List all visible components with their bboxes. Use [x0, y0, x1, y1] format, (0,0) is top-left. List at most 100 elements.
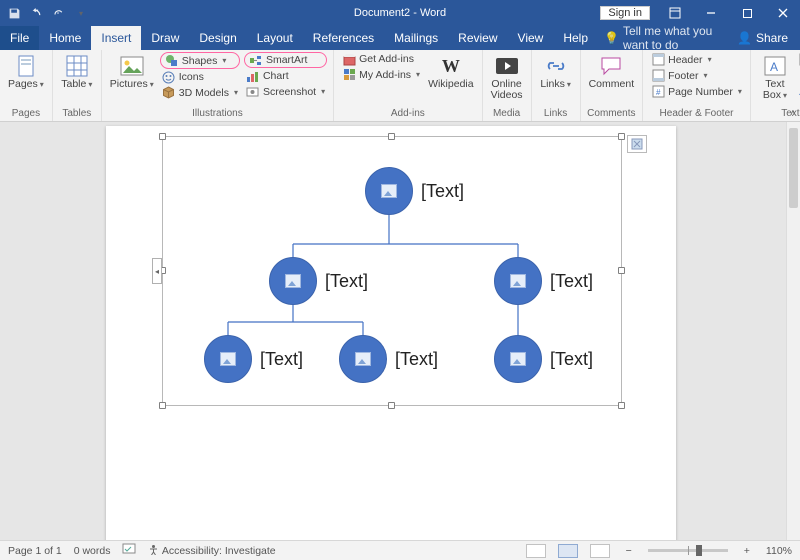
smartart-node[interactable]: [Text]: [494, 335, 593, 383]
group-label-media: Media: [489, 107, 525, 121]
tab-design[interactable]: Design: [189, 26, 246, 50]
accessibility-status[interactable]: Accessibility: Investigate: [148, 544, 275, 557]
spellcheck-icon[interactable]: [122, 543, 136, 558]
tab-file[interactable]: File: [0, 26, 39, 50]
pages-button[interactable]: Pages: [6, 52, 46, 92]
pictures-button[interactable]: Pictures: [108, 52, 156, 92]
online-videos-button[interactable]: Online Videos: [489, 52, 525, 103]
comment-button[interactable]: Comment: [587, 52, 637, 92]
page-indicator[interactable]: Page 1 of 1: [8, 545, 62, 557]
wikipedia-button[interactable]: W Wikipedia: [426, 52, 476, 92]
tab-mailings[interactable]: Mailings: [384, 26, 448, 50]
document-scroll[interactable]: ◂ [Text]: [0, 122, 786, 540]
chevron-down-icon: [414, 67, 420, 82]
tell-me-search[interactable]: 💡 Tell me what you want to do: [604, 26, 725, 50]
tab-draw[interactable]: Draw: [141, 26, 189, 50]
smartart-node[interactable]: [Text]: [494, 257, 593, 305]
icons-button[interactable]: Icons: [160, 70, 240, 84]
scrollbar-thumb[interactable]: [789, 128, 798, 208]
chevron-down-icon: [319, 84, 325, 99]
maximize-icon[interactable]: [730, 0, 764, 26]
screenshot-button[interactable]: Screenshot: [244, 84, 327, 99]
save-icon[interactable]: [6, 5, 22, 21]
tab-layout[interactable]: Layout: [247, 26, 303, 50]
zoom-in-button[interactable]: +: [740, 545, 754, 557]
node-text[interactable]: [Text]: [325, 271, 368, 292]
text-box-button[interactable]: A Text Box: [757, 52, 793, 103]
resize-handle[interactable]: [388, 133, 395, 140]
resize-handle[interactable]: [159, 133, 166, 140]
text-pane-toggle[interactable]: ◂: [152, 258, 162, 284]
header-button[interactable]: Header: [649, 52, 744, 67]
node-text[interactable]: [Text]: [550, 349, 593, 370]
header-label: Header: [668, 53, 702, 67]
picture-placeholder-icon[interactable]: [510, 274, 526, 288]
resize-handle[interactable]: [618, 133, 625, 140]
resize-handle[interactable]: [618, 402, 625, 409]
redo-icon[interactable]: [50, 5, 66, 21]
zoom-slider-thumb[interactable]: [696, 545, 702, 556]
page-number-button[interactable]: #Page Number: [649, 84, 744, 99]
view-web-layout[interactable]: [590, 544, 610, 558]
smartart-node[interactable]: [Text]: [269, 257, 368, 305]
layout-options-icon[interactable]: [627, 135, 647, 153]
node-circle[interactable]: [339, 335, 387, 383]
store-icon: [342, 52, 356, 66]
node-circle[interactable]: [365, 167, 413, 215]
get-addins-button[interactable]: Get Add-ins: [340, 52, 422, 66]
node-text[interactable]: [Text]: [421, 181, 464, 202]
word-count[interactable]: 0 words: [74, 545, 111, 557]
table-button[interactable]: Table: [59, 52, 95, 92]
tab-insert[interactable]: Insert: [91, 26, 141, 50]
shapes-button[interactable]: Shapes: [160, 52, 240, 69]
picture-placeholder-icon[interactable]: [220, 352, 236, 366]
zoom-level[interactable]: 110%: [766, 545, 792, 557]
picture-placeholder-icon[interactable]: [381, 184, 397, 198]
3d-models-button[interactable]: 3D Models: [160, 85, 240, 100]
chart-button[interactable]: Chart: [244, 69, 327, 83]
smartart-button[interactable]: SmartArt: [244, 52, 327, 68]
node-text[interactable]: [Text]: [260, 349, 303, 370]
collapse-ribbon-icon[interactable]: ˄: [790, 108, 796, 119]
footer-button[interactable]: Footer: [649, 68, 744, 83]
node-text[interactable]: [Text]: [395, 349, 438, 370]
picture-placeholder-icon[interactable]: [510, 352, 526, 366]
close-icon[interactable]: [766, 0, 800, 26]
picture-placeholder-icon[interactable]: [355, 352, 371, 366]
tab-view[interactable]: View: [508, 26, 554, 50]
node-circle[interactable]: [494, 257, 542, 305]
smartart-node[interactable]: [Text]: [339, 335, 438, 383]
smartart-frame[interactable]: ◂ [Text]: [162, 136, 622, 406]
node-text[interactable]: [Text]: [550, 271, 593, 292]
title-right: Sign in: [600, 0, 800, 26]
minimize-icon[interactable]: [694, 0, 728, 26]
vertical-scrollbar[interactable]: [786, 122, 800, 540]
view-print-layout[interactable]: [558, 544, 578, 558]
smartart-node[interactable]: [Text]: [365, 167, 464, 215]
undo-icon[interactable]: [28, 5, 44, 21]
zoom-slider[interactable]: [648, 549, 728, 552]
resize-handle[interactable]: [388, 402, 395, 409]
page[interactable]: ◂ [Text]: [106, 126, 676, 540]
wikipedia-label: Wikipedia: [428, 79, 474, 90]
smartart-node[interactable]: [Text]: [204, 335, 303, 383]
resize-handle[interactable]: [618, 267, 625, 274]
links-button[interactable]: Links: [538, 52, 574, 92]
zoom-out-button[interactable]: −: [622, 545, 636, 557]
pages-label: Pages: [8, 79, 44, 90]
picture-placeholder-icon[interactable]: [285, 274, 301, 288]
node-circle[interactable]: [494, 335, 542, 383]
view-read-mode[interactable]: [526, 544, 546, 558]
node-circle[interactable]: [204, 335, 252, 383]
ribbon-display-options-icon[interactable]: [658, 0, 692, 26]
tab-help[interactable]: Help: [553, 26, 598, 50]
qat-customize-icon[interactable]: ‎: [72, 5, 88, 21]
tab-home[interactable]: Home: [39, 26, 91, 50]
node-circle[interactable]: [269, 257, 317, 305]
tab-review[interactable]: Review: [448, 26, 507, 50]
tab-references[interactable]: References: [303, 26, 384, 50]
share-button[interactable]: 👤 Share: [725, 26, 800, 50]
sign-in-button[interactable]: Sign in: [600, 6, 650, 20]
resize-handle[interactable]: [159, 402, 166, 409]
my-addins-button[interactable]: My Add-ins: [340, 67, 422, 82]
